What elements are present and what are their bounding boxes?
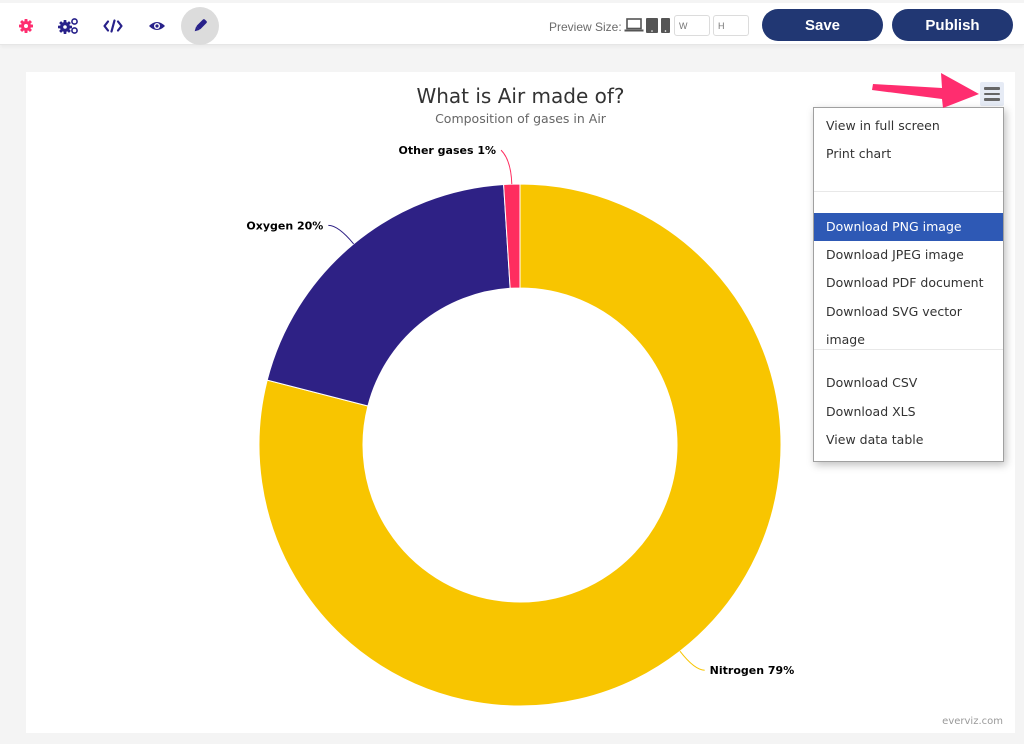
menu-item-download-csv[interactable]: Download CSV bbox=[814, 369, 1003, 397]
connector-other-gases bbox=[500, 149, 513, 185]
data-label-nitrogen: Nitrogen 79% bbox=[710, 664, 795, 677]
chart-context-menu: View in full screen Print chart Download… bbox=[813, 107, 1004, 462]
connector-nitrogen bbox=[679, 650, 705, 671]
preview-width-input[interactable] bbox=[674, 15, 710, 36]
desktop-preview-icon[interactable] bbox=[624, 18, 644, 33]
chart-title: What is Air made of? bbox=[416, 84, 625, 108]
hamburger-icon bbox=[984, 87, 1000, 90]
editor-toolbar: Preview Size: Save Publish bbox=[0, 3, 1024, 45]
credits-link[interactable]: everviz.com bbox=[942, 716, 1003, 727]
preview-size-label: Preview Size: bbox=[549, 20, 622, 34]
menu-item-download-png[interactable]: Download PNG image bbox=[814, 213, 1003, 241]
connector-oxygen bbox=[328, 224, 355, 245]
code-icon bbox=[103, 19, 123, 33]
menu-separator bbox=[814, 191, 1003, 192]
data-label-other-gases: Other gases 1% bbox=[399, 144, 497, 157]
preview-button[interactable] bbox=[138, 7, 176, 45]
tablet-preview-icon[interactable] bbox=[646, 18, 658, 33]
preview-icon bbox=[149, 22, 165, 30]
code-button[interactable] bbox=[94, 7, 132, 45]
advanced-settings-icon bbox=[58, 18, 78, 34]
slice-oxygen[interactable] bbox=[266, 183, 511, 407]
chart-context-menu-button[interactable] bbox=[980, 82, 1004, 106]
preview-height-input[interactable] bbox=[713, 15, 749, 36]
data-label-oxygen: Oxygen 20% bbox=[246, 219, 323, 232]
menu-item-view-full-screen[interactable]: View in full screen bbox=[814, 112, 1003, 140]
phone-preview-icon[interactable] bbox=[661, 18, 670, 33]
settings-icon bbox=[19, 19, 33, 33]
menu-item-download-pdf[interactable]: Download PDF document bbox=[814, 269, 1003, 297]
menu-item-download-jpeg[interactable]: Download JPEG image bbox=[814, 241, 1003, 269]
customize-button[interactable] bbox=[181, 7, 219, 45]
publish-button[interactable]: Publish bbox=[892, 9, 1013, 41]
save-button[interactable]: Save bbox=[762, 9, 883, 41]
menu-item-print-chart[interactable]: Print chart bbox=[814, 140, 1003, 168]
settings-button[interactable] bbox=[7, 7, 45, 45]
menu-item-view-data-table[interactable]: View data table bbox=[814, 426, 1003, 454]
menu-item-download-xls[interactable]: Download XLS bbox=[814, 398, 1003, 426]
customize-icon bbox=[194, 19, 207, 32]
menu-separator bbox=[814, 349, 1003, 350]
advanced-settings-button[interactable] bbox=[49, 7, 87, 45]
menu-item-download-svg[interactable]: Download SVG vector image bbox=[814, 298, 1003, 347]
